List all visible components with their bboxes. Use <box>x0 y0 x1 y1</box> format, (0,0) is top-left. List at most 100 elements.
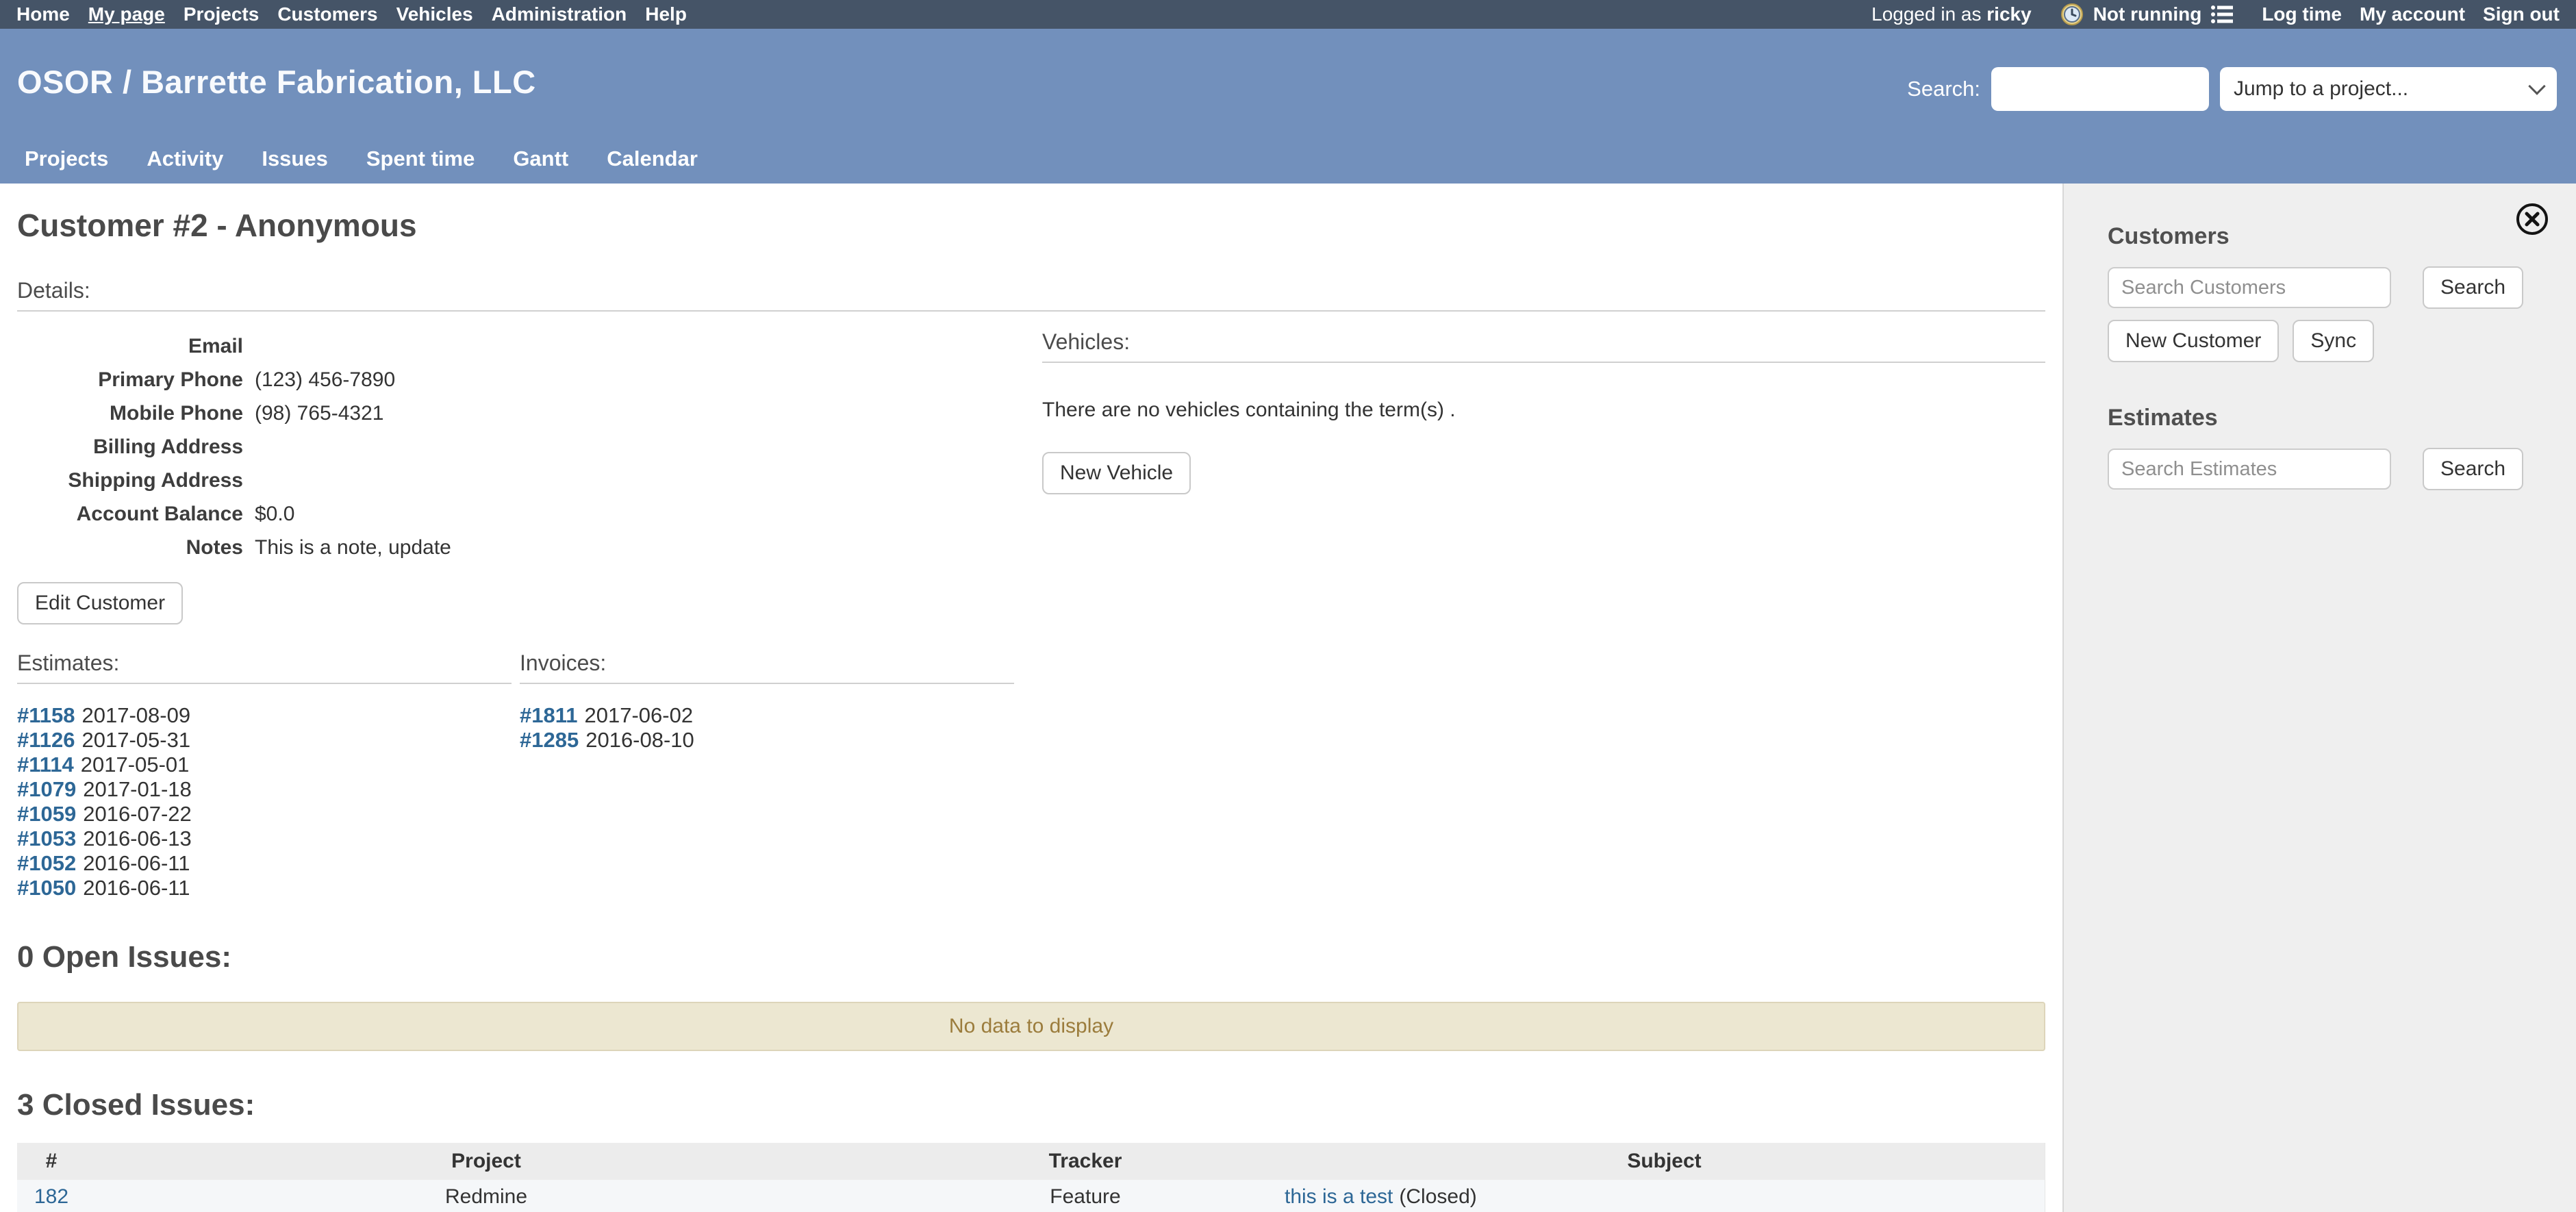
sidebar-estimates-heading: Estimates <box>2108 405 2549 431</box>
no-data-text: No data to display <box>949 1015 1113 1038</box>
estimate-date: 2016-06-11 <box>83 876 190 900</box>
username: ricky <box>1986 3 2031 25</box>
new-vehicle-button[interactable]: New Vehicle <box>1042 452 1191 494</box>
main-tabs: Projects Activity Issues Spent time Gant… <box>25 147 698 184</box>
tab[interactable]: Calendar <box>607 147 698 184</box>
closed-issues-heading: 3 Closed Issues: <box>17 1088 2045 1122</box>
top-menu-item[interactable]: Customers <box>277 3 377 25</box>
invoices-divider <box>520 683 1014 684</box>
invoice-link[interactable]: #1811 <box>520 703 578 727</box>
tab[interactable]: Issues <box>262 147 328 184</box>
account-link[interactable]: Sign out <box>2483 3 2560 25</box>
detail-value: (123) 456-7890 <box>243 363 395 396</box>
vehicles-section-label: Vehicles: <box>1042 329 2045 355</box>
estimate-link[interactable]: #1126 <box>17 728 75 752</box>
new-customer-button[interactable]: New Customer <box>2108 320 2279 362</box>
main-content: Customer #2 - Anonymous Details: Email P… <box>0 184 2062 1212</box>
invoice-date: 2016-08-10 <box>585 728 694 752</box>
estimate-item: #10592016-07-22 <box>17 802 512 826</box>
invoices-list: #1811 2017-06-02 #12852016-08-10 <box>520 703 1014 753</box>
project-jump-select[interactable]: Jump to a project... <box>2220 67 2557 111</box>
details-columns: Email Primary Phone (123) 456-7890 Mobil… <box>17 329 2045 900</box>
table-header-row: # Project Tracker Subject <box>17 1143 2045 1180</box>
search-estimates-button[interactable]: Search <box>2423 448 2523 490</box>
top-menu-item[interactable]: My page <box>88 3 165 25</box>
estimates-divider <box>17 683 512 684</box>
vehicles-column: Vehicles: There are no vehicles containi… <box>1042 329 2045 900</box>
col-header-project: Project <box>86 1143 887 1180</box>
detail-label: Account Balance <box>17 497 243 531</box>
details-section-label: Details: <box>17 278 2045 303</box>
invoice-link[interactable]: #1285 <box>520 728 579 752</box>
estimate-item: #1053 2016-06-13 <box>17 826 512 851</box>
page-title: Customer #2 - Anonymous <box>17 207 2045 244</box>
issue-subject-link[interactable]: this is a test <box>1285 1185 1393 1208</box>
col-header-id: # <box>17 1143 86 1180</box>
invoice-date: 2017-06-02 <box>585 703 694 727</box>
estimate-item: #11582017-08-09 <box>17 703 512 728</box>
search-label: Search: <box>1907 77 1980 101</box>
search-estimates-input[interactable] <box>2108 449 2391 490</box>
detail-label: Email <box>17 329 243 363</box>
issue-row: 182 Redmine Feature this is a test(Close… <box>17 1180 2045 1212</box>
estimate-link[interactable]: #1052 <box>17 851 76 875</box>
app-header: OSOR / Barrette Fabrication, LLC Search:… <box>0 29 2576 184</box>
detail-label: Shipping Address <box>17 464 243 497</box>
search-customers-input[interactable] <box>2108 267 2391 308</box>
estimate-link[interactable]: #1053 <box>17 826 76 850</box>
tab[interactable]: Spent time <box>366 147 475 184</box>
no-data-banner: No data to display <box>17 1002 2045 1051</box>
tab[interactable]: Gantt <box>513 147 568 184</box>
open-issues-heading: 0 Open Issues: <box>17 940 2045 974</box>
col-header-subject: Subject <box>1284 1143 2045 1180</box>
estimate-link[interactable]: #1158 <box>17 703 75 727</box>
estimate-item: #1050 2016-06-11 <box>17 876 512 900</box>
chevron-down-icon <box>2528 77 2545 94</box>
close-sidebar-icon[interactable] <box>2514 201 2550 237</box>
top-bar-right: Logged in as ricky Not running <box>1871 3 2560 26</box>
sidebar-estimates-block: Estimates Search <box>2108 405 2549 490</box>
detail-value: (98) 765-4321 <box>243 396 383 430</box>
issue-project[interactable]: Redmine <box>445 1185 527 1208</box>
top-menu-item[interactable]: Vehicles <box>396 3 473 25</box>
estimate-link[interactable]: #1059 <box>17 802 76 826</box>
detail-label: Billing Address <box>17 430 243 464</box>
estimates-section-label: Estimates: <box>17 651 512 676</box>
estimate-date: 2016-06-13 <box>83 826 192 850</box>
documents-row: Estimates: #11582017-08-09 #1126 2017-05-… <box>17 651 1027 900</box>
estimate-item: #11142017-05-01 <box>17 753 512 777</box>
estimate-item: #10792017-01-18 <box>17 777 512 802</box>
estimate-date: 2016-06-11 <box>83 851 190 875</box>
estimate-date: 2017-05-31 <box>82 728 191 752</box>
customers-search-row: Search <box>2108 266 2549 309</box>
estimate-link[interactable]: #1079 <box>17 777 76 801</box>
edit-customer-button[interactable]: Edit Customer <box>17 582 183 624</box>
top-menu-item[interactable]: Projects <box>184 3 260 25</box>
customer-details: Email Primary Phone (123) 456-7890 Mobil… <box>17 329 1027 564</box>
vehicles-empty-text: There are no vehicles containing the ter… <box>1042 399 2045 422</box>
detail-value: $0.0 <box>243 497 294 531</box>
sync-button[interactable]: Sync <box>2293 320 2374 362</box>
tab[interactable]: Activity <box>147 147 223 184</box>
timer-clock-icon[interactable] <box>2060 3 2084 26</box>
search-customers-button[interactable]: Search <box>2423 266 2523 309</box>
estimate-link[interactable]: #1050 <box>17 876 76 900</box>
search-input[interactable] <box>1991 67 2209 111</box>
top-menu-item[interactable]: Help <box>645 3 687 25</box>
issue-id-link[interactable]: 182 <box>34 1185 68 1208</box>
detail-value <box>243 329 255 363</box>
col-header-tracker: Tracker <box>887 1143 1284 1180</box>
estimate-link[interactable]: #1114 <box>17 753 74 777</box>
tab[interactable]: Projects <box>25 147 108 184</box>
top-menu-item[interactable]: Home <box>16 3 70 25</box>
account-link[interactable]: My account <box>2360 3 2465 25</box>
account-link[interactable]: Log time <box>2262 3 2342 25</box>
vehicles-divider <box>1042 362 2045 363</box>
timer-list-icon[interactable] <box>2211 5 2233 24</box>
table-body: 182 Redmine Feature this is a test(Close… <box>17 1180 2045 1212</box>
top-menu: Home My page Projects Customers Vehicles… <box>16 3 687 25</box>
detail-row: Primary Phone (123) 456-7890 <box>17 363 1027 396</box>
issue-tracker: Feature <box>887 1180 1284 1212</box>
header-search-area: Search: Jump to a project... <box>1907 67 2557 111</box>
top-menu-item[interactable]: Administration <box>492 3 627 25</box>
